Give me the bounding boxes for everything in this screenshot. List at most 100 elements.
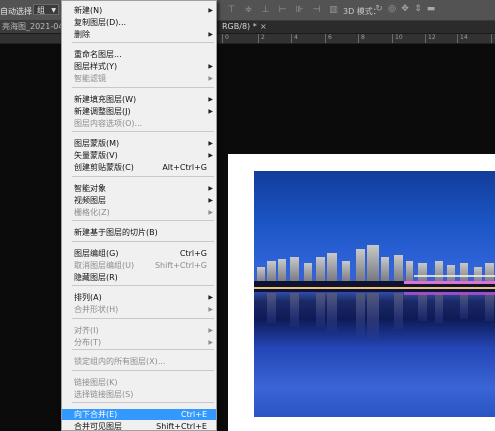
menu-item[interactable]: 合并可见图层 Shift+Ctrl+E <box>62 421 216 431</box>
menu-item[interactable]: 重命名图层... <box>62 49 216 60</box>
skyline-graphic <box>254 245 495 341</box>
menu-item-shortcut: Shift+Ctrl+E <box>156 422 207 431</box>
menu-item: 链接图层(K) <box>62 377 216 388</box>
submenu-arrow-icon: ▶ <box>208 63 213 70</box>
submenu-arrow-icon: ▶ <box>208 7 213 14</box>
submenu-arrow-icon: ▶ <box>208 108 213 115</box>
menu-separator <box>72 241 214 242</box>
layer-menu: 新建(N) ▶ 复制图层(D)... 删除 ▶ 重命名图层... 图层样式(Y) ▶ 智能滤镜 ▶… <box>61 0 217 431</box>
ruler-tick-label: 6 <box>328 34 332 41</box>
menu-item[interactable]: 删除 ▶ <box>62 29 216 40</box>
menu-item-label: 新建(N) <box>74 6 103 15</box>
menu-item[interactable]: 创建剪贴蒙版(C) Alt+Ctrl+G <box>62 162 216 173</box>
menu-item-label: 复制图层(D)... <box>74 18 127 27</box>
auto-select-dropdown[interactable]: 组 ▼ <box>33 4 59 15</box>
menu-separator <box>72 220 214 221</box>
menu-item[interactable]: 智能对象 ▶ <box>62 183 216 194</box>
align-left-icon[interactable]: ⊢ <box>277 5 288 15</box>
menu-item-label: 删除 <box>74 30 90 39</box>
menu-item-label: 图层蒙版(M) <box>74 139 120 148</box>
ruler-tick: 8 <box>358 34 365 43</box>
align-middle-icon[interactable]: ≑ <box>243 5 254 15</box>
align-right-icon[interactable]: ⊣ <box>311 5 322 15</box>
menu-item-label: 视频图层 <box>74 196 106 205</box>
ruler-tick-label: 8 <box>361 34 365 41</box>
menu-item[interactable]: 新建填充图层(W) ▶ <box>62 94 216 105</box>
submenu-arrow-icon: ▶ <box>208 140 213 147</box>
menu-item-label: 链接图层(K) <box>74 378 118 387</box>
submenu-arrow-icon: ▶ <box>208 31 213 38</box>
menu-item[interactable]: 图层样式(Y) ▶ <box>62 61 216 72</box>
submenu-arrow-icon: ▶ <box>208 339 213 346</box>
menu-item[interactable]: 矢量蒙版(V) ▶ <box>62 150 216 161</box>
submenu-arrow-icon: ▶ <box>208 185 213 192</box>
menu-item[interactable]: 视频图层 ▶ <box>62 195 216 206</box>
ruler-tick: 0 <box>222 34 229 43</box>
mode-3d-tools: ↻ ◎ ✥ ⇕ ▬ <box>374 4 436 15</box>
chevron-down-icon: ▼ <box>51 7 56 14</box>
menu-item[interactable]: 图层编组(G) Ctrl+G <box>62 248 216 259</box>
ruler-tick-label: 0 <box>225 34 229 41</box>
menu-item-label: 智能滤镜 <box>74 74 106 83</box>
align-bottom-icon[interactable]: ⊥ <box>260 5 271 15</box>
menu-item: 栅格化(Z) ▶ <box>62 207 216 218</box>
menu-item[interactable]: 新建调整图层(J) ▶ <box>62 106 216 117</box>
menu-item-label: 合并可见图层 <box>74 422 122 431</box>
align-toolbar: ⊤ ≑ ⊥ ⊢ ⊪ ⊣ ▥ <box>226 5 339 15</box>
submenu-arrow-icon: ▶ <box>208 209 213 216</box>
rotate-3d-icon[interactable]: ↻ <box>374 4 384 15</box>
menu-item: 图层内容选项(O)... <box>62 118 216 129</box>
ruler-tick: 10 <box>392 34 403 43</box>
menu-item-label: 新建基于图层的切片(B) <box>74 228 158 237</box>
menu-item[interactable]: 隐藏图层(R) <box>62 272 216 283</box>
menu-item: 分布(T) ▶ <box>62 337 216 348</box>
menu-item-shortcut: Alt+Ctrl+G <box>162 163 207 172</box>
city-night-photo <box>254 171 495 417</box>
menu-item[interactable]: 排列(A) ▶ <box>62 292 216 303</box>
menu-item-label: 创建剪贴蒙版(C) <box>74 163 134 172</box>
align-center-icon[interactable]: ⊪ <box>294 5 305 15</box>
menu-item: 对齐(I) ▶ <box>62 325 216 336</box>
ruler-tick: 6 <box>325 34 332 43</box>
menu-item-label: 矢量蒙版(V) <box>74 151 118 160</box>
menu-item: 选择链接图层(S) <box>62 389 216 400</box>
menu-item: 智能滤镜 ▶ <box>62 73 216 84</box>
menu-item-label: 排列(A) <box>74 293 102 302</box>
ruler-tick-label: 14 <box>460 34 468 41</box>
roll-3d-icon[interactable]: ◎ <box>387 4 397 15</box>
menu-item-label: 图层样式(Y) <box>74 62 118 71</box>
ruler-tick: 16 <box>491 34 495 43</box>
menu-item[interactable]: 复制图层(D)... <box>62 17 216 28</box>
ruler-tick-label: 2 <box>261 34 265 41</box>
menu-separator <box>72 318 214 319</box>
menu-item-label: 图层编组(G) <box>74 249 119 258</box>
slide-3d-icon[interactable]: ⇕ <box>413 4 423 15</box>
menu-item-label: 新建调整图层(J) <box>74 107 131 116</box>
menu-item-label: 隐藏图层(R) <box>74 273 118 282</box>
distribute-icon[interactable]: ▥ <box>328 5 339 15</box>
submenu-arrow-icon: ▶ <box>208 294 213 301</box>
scale-3d-icon[interactable]: ▬ <box>426 4 436 15</box>
submenu-arrow-icon: ▶ <box>208 75 213 82</box>
document-tab-mode[interactable]: RGB/8) * <box>222 21 257 33</box>
menu-item: 锁定组内的所有图层(X)... <box>62 356 216 367</box>
menu-item-label: 合并形状(H) <box>74 305 119 314</box>
drag-3d-icon[interactable]: ✥ <box>400 4 410 15</box>
ruler-tick: 4 <box>291 34 298 43</box>
menu-item-shortcut: Ctrl+E <box>181 410 207 419</box>
menu-item[interactable]: 图层蒙版(M) ▶ <box>62 138 216 149</box>
menu-item[interactable]: 新建基于图层的切片(B) <box>62 227 216 238</box>
ruler-tick: 2 <box>258 34 265 43</box>
align-top-icon[interactable]: ⊤ <box>226 5 237 15</box>
menu-item[interactable]: 向下合并(E) Ctrl+E <box>62 409 216 420</box>
close-tab-icon[interactable]: × <box>260 21 267 33</box>
menu-separator <box>72 176 214 177</box>
menu-separator <box>72 131 214 132</box>
menu-separator <box>72 370 214 371</box>
menu-item-label: 向下合并(E) <box>74 410 118 419</box>
menu-item[interactable]: 新建(N) ▶ <box>62 5 216 16</box>
menu-item-label: 重命名图层... <box>74 50 122 59</box>
submenu-arrow-icon: ▶ <box>208 96 213 103</box>
ruler-tick-label: 10 <box>395 34 403 41</box>
menu-item: 合并形状(H) ▶ <box>62 304 216 315</box>
